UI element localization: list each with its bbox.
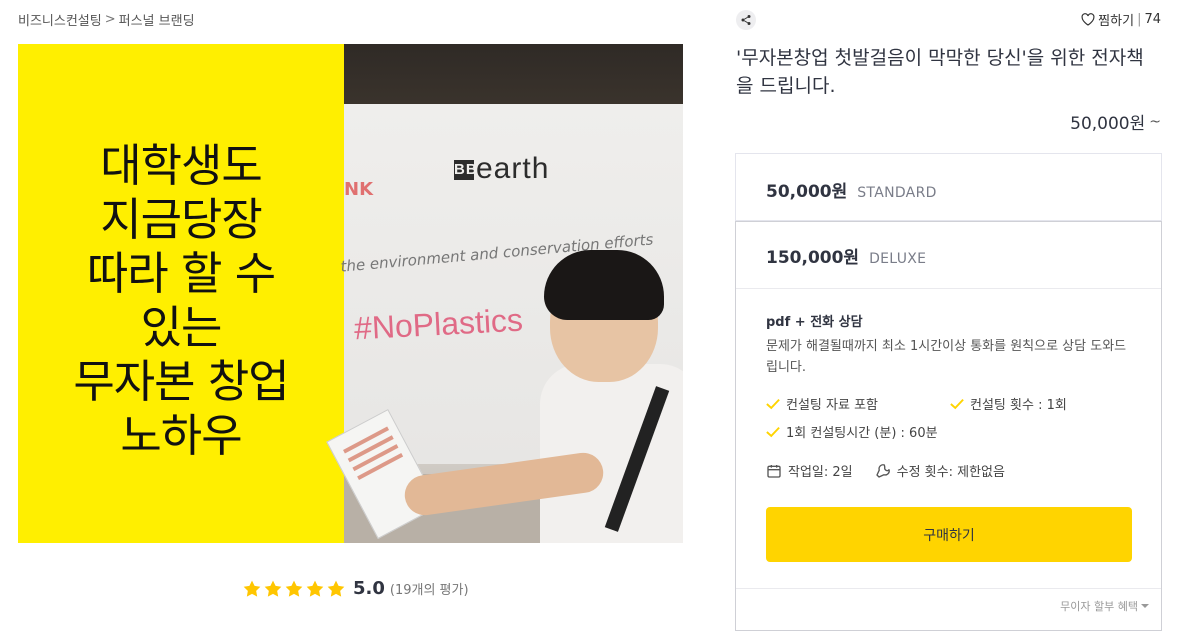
image-overlay-text: 대학생도 지금당장 따라 할 수 있는 무자본 창업 노하우 (73, 125, 289, 463)
like-label: 찜하기 (1098, 14, 1135, 29)
feature-label: 컨설팅 자료 포함 (786, 398, 878, 413)
revisions: 수정 횟수: 제한없음 (875, 461, 1005, 480)
installment-benefit-toggle[interactable]: 무이자 할부 혜택 (1060, 598, 1149, 614)
rating-stars (242, 579, 346, 599)
profile-photo: NK BBCearth the environment and conserva… (326, 44, 683, 543)
package-price: 50,000원 (766, 182, 848, 202)
package-meta: 작업일: 2일 수정 횟수: 제한없음 (766, 461, 1131, 480)
feature-label: 1회 컨설팅시간 (분) : 60분 (786, 426, 938, 441)
overlay-line: 대학생도 (100, 138, 263, 192)
feature-list: 컨설팅 자료 포함 컨설팅 횟수 : 1회 1회 컨설팅시간 (분) : 60분 (766, 394, 1131, 441)
package-header: 150,000원 DELUXE (766, 243, 1131, 268)
feature-label: 컨설팅 횟수 : 1회 (970, 398, 1067, 413)
person-hair (544, 250, 664, 320)
bbc-text: BBC (454, 160, 490, 180)
like-divider: | (1137, 12, 1142, 27)
package-standard[interactable]: 50,000원 STANDARD (735, 153, 1162, 221)
package-deluxe[interactable]: 150,000원 DELUXE pdf + 전화 상담 문제가 해결될때까지 최… (735, 221, 1162, 631)
package-price: 150,000원 (766, 248, 860, 268)
like-count: 74 (1144, 12, 1161, 27)
price-from: 50,000원 ~ (1070, 109, 1161, 135)
earth-text: earth (476, 152, 550, 185)
check-icon (766, 398, 780, 409)
caret-down-icon (1141, 604, 1149, 608)
check-icon (766, 426, 780, 437)
star-icon (285, 580, 303, 597)
divider (736, 288, 1161, 289)
rating-count: (19개의 평가) (389, 583, 469, 598)
breadcrumb-subcategory[interactable]: 퍼스널 브랜딩 (119, 10, 195, 29)
main-image[interactable]: 대학생도 지금당장 따라 할 수 있는 무자본 창업 노하우 NK BBCear… (18, 44, 683, 543)
share-icon (741, 15, 751, 25)
breadcrumb-separator: > (104, 12, 116, 27)
breadcrumb-category[interactable]: 비즈니스컨설팅 (18, 10, 102, 29)
share-button[interactable] (736, 10, 756, 30)
image-text-panel: 대학생도 지금당장 따라 할 수 있는 무자본 창업 노하우 (18, 44, 344, 543)
divider (736, 588, 1161, 589)
overlay-line: 있는 (140, 300, 223, 354)
feature-item: 컨설팅 횟수 : 1회 (950, 394, 1140, 413)
calendar-icon (767, 464, 781, 478)
breadcrumb: 비즈니스컨설팅 > 퍼스널 브랜딩 (18, 10, 195, 29)
like-button[interactable]: 찜하기 | 74 (1081, 10, 1161, 29)
bbc-earth-logo: BBCearth (454, 152, 549, 186)
partial-logo: NK (344, 179, 374, 200)
rating-summary[interactable]: 5.0 (19개의 평가) (242, 578, 469, 599)
work-days-label: 작업일: 2일 (788, 465, 853, 480)
package-description: 문제가 해결될때까지 최소 1시간이상 통화를 원칙으로 상담 도와드립니다. (766, 339, 1127, 375)
overlay-line: 무자본 창업 (73, 354, 289, 408)
feature-item: 컨설팅 자료 포함 (766, 394, 950, 413)
overlay-line: 따라 할 수 (86, 246, 276, 300)
rating-score: 5.0 (353, 578, 385, 599)
buy-button[interactable]: 구매하기 (766, 507, 1132, 562)
package-name: STANDARD (857, 185, 937, 201)
package-name: DELUXE (869, 251, 927, 267)
service-title: '무자본창업 첫발걸음이 막막한 당신'을 위한 전자책을 드립니다. (736, 47, 1144, 97)
star-icon (327, 580, 345, 597)
heart-icon (1081, 13, 1095, 26)
overlay-line: 지금당장 (100, 192, 263, 246)
star-icon (243, 580, 261, 597)
revisions-label: 수정 횟수: 제한없음 (896, 465, 1005, 480)
star-icon (264, 580, 282, 597)
installment-label: 무이자 할부 혜택 (1060, 600, 1138, 613)
check-icon (950, 398, 964, 409)
price-from-value: 50,000원 (1070, 114, 1146, 134)
work-days: 작업일: 2일 (766, 461, 853, 480)
overlay-line: 노하우 (120, 408, 242, 462)
price-from-suffix: ~ (1149, 113, 1161, 130)
feature-item: 1회 컨설팅시간 (분) : 60분 (766, 422, 950, 441)
wrench-icon (875, 463, 890, 478)
star-icon (306, 580, 324, 597)
package-subtitle: pdf + 전화 상담 (766, 315, 863, 330)
